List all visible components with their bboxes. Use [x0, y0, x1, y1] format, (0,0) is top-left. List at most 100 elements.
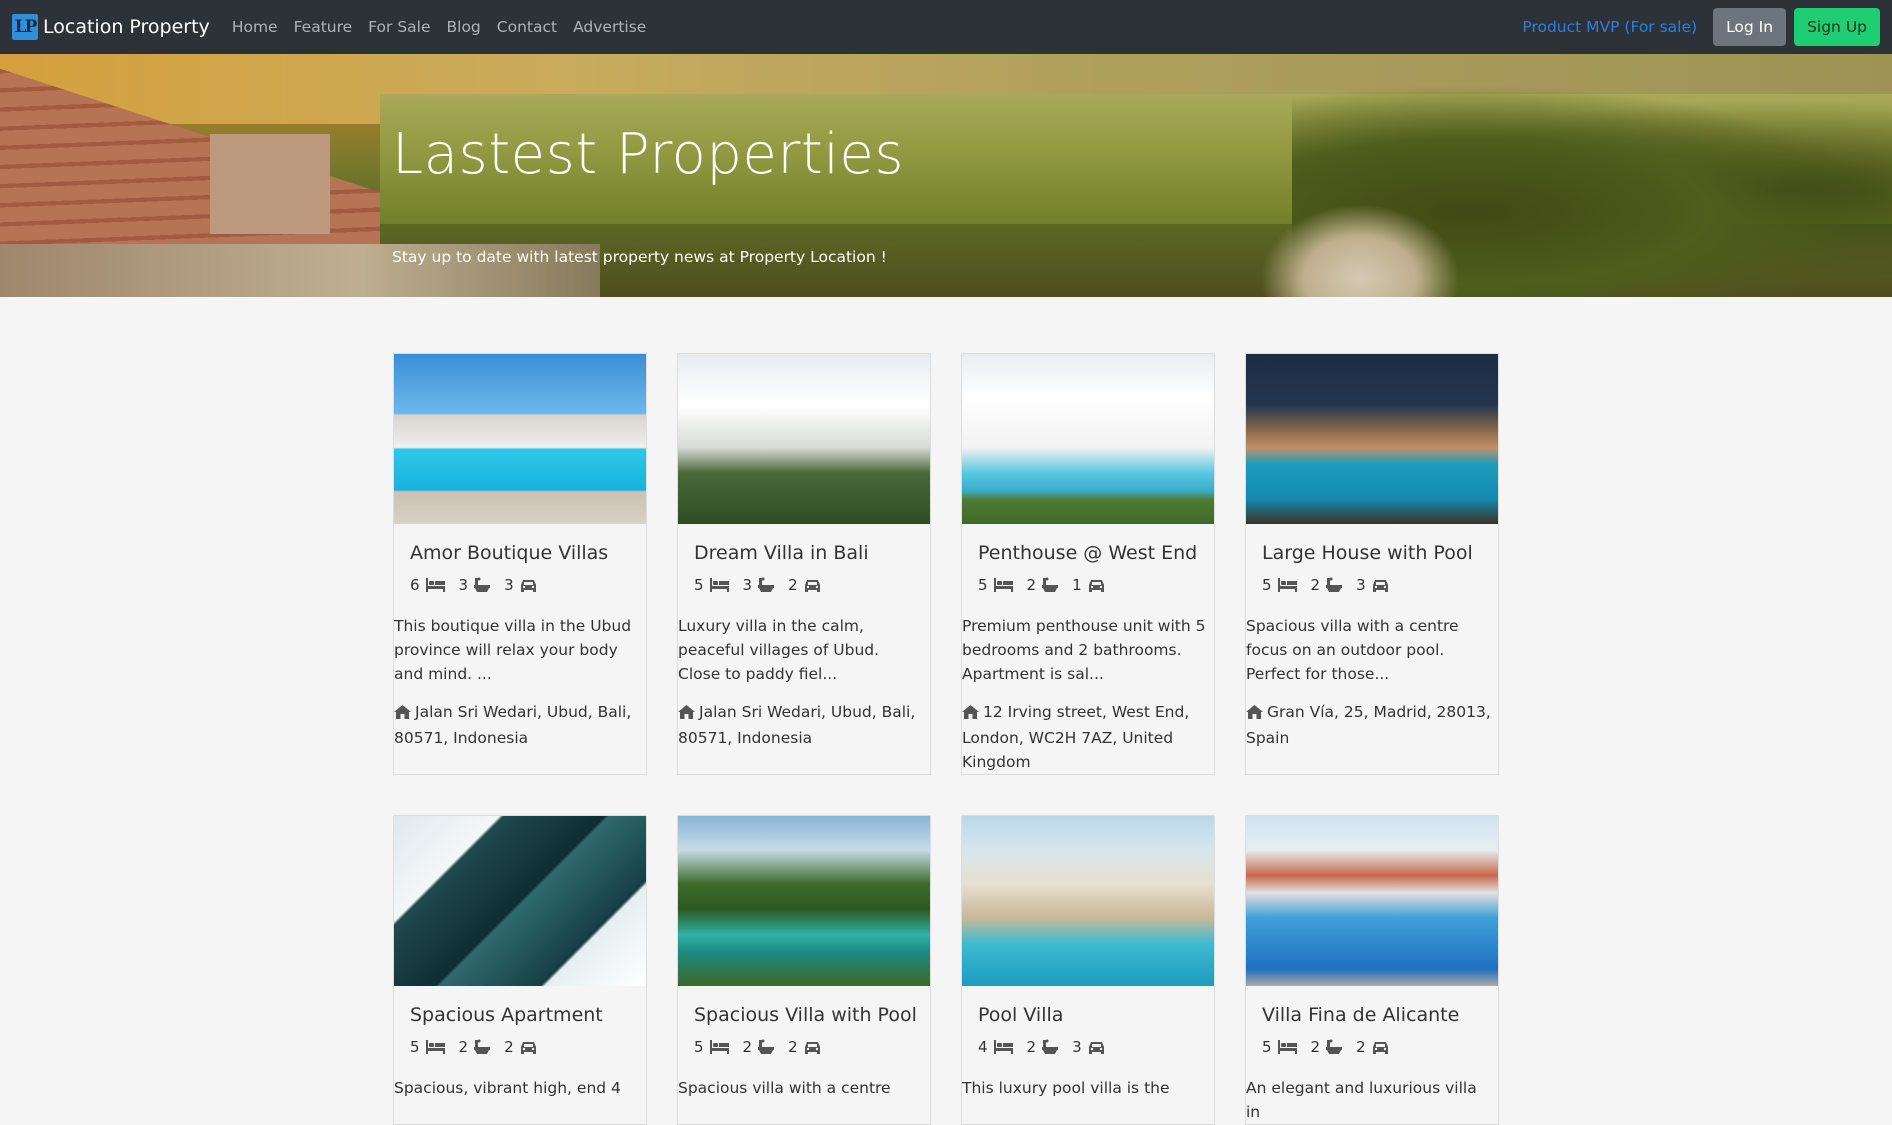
nav-advertise[interactable]: Advertise [573, 18, 646, 36]
property-card-8[interactable]: Villa Fina de Alicante 5 2 2 An elegant … [1245, 815, 1499, 1125]
property-features: 5 2 1 [978, 576, 1214, 594]
car-icon [804, 578, 821, 592]
bath-count: 2 [1310, 1038, 1321, 1056]
bath-icon [1326, 1039, 1343, 1055]
bath-count: 2 [1026, 1038, 1037, 1056]
signup-button[interactable]: Sign Up [1794, 8, 1880, 46]
property-features: 4 2 3 [978, 1038, 1214, 1056]
property-title[interactable]: Spacious Villa with Pool [694, 1004, 930, 1026]
bath-icon [1042, 577, 1059, 593]
car-icon [1372, 578, 1389, 592]
property-image[interactable] [678, 354, 930, 524]
property-features: 5 3 2 [694, 576, 930, 594]
bed-icon [993, 1040, 1013, 1054]
car-icon [520, 1040, 537, 1054]
nav-links: Home Feature For Sale Blog Contact Adver… [232, 18, 663, 36]
product-mvp-link[interactable]: Product MVP (For sale) [1522, 18, 1697, 36]
nav-contact[interactable]: Contact [497, 18, 557, 36]
property-card-5[interactable]: Spacious Apartment 5 2 2 Spacious, vibra… [393, 815, 647, 1125]
property-description: Spacious villa with a centre [678, 1079, 891, 1097]
property-title[interactable]: Large House with Pool [1262, 542, 1498, 564]
nav-blog[interactable]: Blog [447, 18, 481, 36]
bed-count: 5 [978, 576, 988, 594]
car-count: 2 [788, 1038, 798, 1056]
property-address-text: Jalan Sri Wedari, Ubud, Bali, 80571, Ind… [394, 703, 632, 747]
bath-count: 2 [742, 1038, 753, 1056]
bed-count: 5 [1262, 576, 1272, 594]
property-description: This luxury pool villa is the [962, 1079, 1170, 1097]
property-title[interactable]: Amor Boutique Villas [410, 542, 646, 564]
login-button[interactable]: Log In [1713, 8, 1787, 46]
car-count: 2 [504, 1038, 514, 1056]
property-description: Premium penthouse unit with 5 bedrooms a… [962, 617, 1206, 683]
bath-count: 2 [458, 1038, 469, 1056]
property-card-3[interactable]: Penthouse @ West End 5 2 1 Premium penth… [961, 353, 1215, 775]
property-image[interactable] [1246, 816, 1498, 986]
property-description: This boutique villa in the Ubud province… [394, 617, 632, 683]
bed-icon [1277, 578, 1297, 592]
bed-icon [425, 1040, 445, 1054]
property-title[interactable]: Pool Villa [978, 1004, 1214, 1026]
car-count: 3 [1072, 1038, 1082, 1056]
property-title[interactable]: Spacious Apartment [410, 1004, 646, 1026]
property-title[interactable]: Dream Villa in Bali [694, 542, 930, 564]
property-description: Luxury villa in the calm, peaceful villa… [678, 617, 880, 683]
bath-count: 3 [458, 576, 469, 594]
property-features: 5 2 2 [1262, 1038, 1498, 1056]
property-image[interactable] [962, 816, 1214, 986]
property-address: Jalan Sri Wedari, Ubud, Bali, 80571, Ind… [394, 700, 646, 750]
car-count: 1 [1072, 576, 1082, 594]
property-image[interactable] [1246, 354, 1498, 524]
car-count: 2 [1356, 1038, 1366, 1056]
bed-count: 5 [1262, 1038, 1272, 1056]
nav-for-sale[interactable]: For Sale [368, 18, 430, 36]
navbar: LP Location Property Home Feature For Sa… [0, 0, 1892, 54]
property-address: 12 Irving street, West End, London, WC2H… [962, 700, 1214, 774]
property-card-6[interactable]: Spacious Villa with Pool 5 2 2 Spacious … [677, 815, 931, 1125]
car-icon [1088, 1040, 1105, 1054]
property-image[interactable] [394, 354, 646, 524]
car-icon [1372, 1040, 1389, 1054]
property-card-2[interactable]: Dream Villa in Bali 5 3 2 Luxury villa i… [677, 353, 931, 775]
property-address-text: 12 Irving street, West End, London, WC2H… [962, 703, 1190, 771]
bed-icon [709, 1040, 729, 1054]
brand-name: Location Property [43, 16, 210, 38]
bed-icon [993, 578, 1013, 592]
property-address: Jalan Sri Wedari, Ubud, Bali, 80571, Ind… [678, 700, 930, 750]
property-features: 5 2 2 [694, 1038, 930, 1056]
property-description: An elegant and luxurious villa in [1246, 1079, 1477, 1121]
property-address: Gran Vía, 25, Madrid, 28013, Spain [1246, 700, 1498, 750]
home-icon [962, 702, 979, 726]
property-image[interactable] [962, 354, 1214, 524]
bath-icon [1326, 577, 1343, 593]
property-address-text: Gran Vía, 25, Madrid, 28013, Spain [1246, 703, 1491, 747]
bath-icon [1042, 1039, 1059, 1055]
property-title[interactable]: Villa Fina de Alicante [1262, 1004, 1498, 1026]
property-card-1[interactable]: Amor Boutique Villas 6 3 3 This boutique… [393, 353, 647, 775]
nav-right: Product MVP (For sale) Log In Sign Up [1522, 8, 1880, 46]
brand-link[interactable]: LP Location Property [12, 14, 210, 40]
property-address-text: Jalan Sri Wedari, Ubud, Bali, 80571, Ind… [678, 703, 916, 747]
bath-icon [474, 1039, 491, 1055]
home-icon [394, 702, 411, 726]
bed-count: 5 [694, 1038, 704, 1056]
property-description: Spacious villa with a centre focus on an… [1246, 617, 1459, 683]
car-count: 3 [1356, 576, 1366, 594]
car-icon [804, 1040, 821, 1054]
nav-feature[interactable]: Feature [294, 18, 353, 36]
property-card-7[interactable]: Pool Villa 4 2 3 This luxury pool villa … [961, 815, 1215, 1125]
bed-icon [425, 578, 445, 592]
bed-count: 6 [410, 576, 420, 594]
car-count: 2 [788, 576, 798, 594]
bath-icon [758, 1039, 775, 1055]
bath-icon [474, 577, 491, 593]
bed-icon [709, 578, 729, 592]
car-icon [1088, 578, 1105, 592]
property-image[interactable] [678, 816, 930, 986]
property-title[interactable]: Penthouse @ West End [978, 542, 1214, 564]
property-card-4[interactable]: Large House with Pool 5 2 3 Spacious vil… [1245, 353, 1499, 775]
nav-home[interactable]: Home [232, 18, 278, 36]
property-grid: Amor Boutique Villas 6 3 3 This boutique… [393, 353, 1503, 1125]
property-image[interactable] [394, 816, 646, 986]
brand-logo-icon: LP [12, 14, 38, 40]
